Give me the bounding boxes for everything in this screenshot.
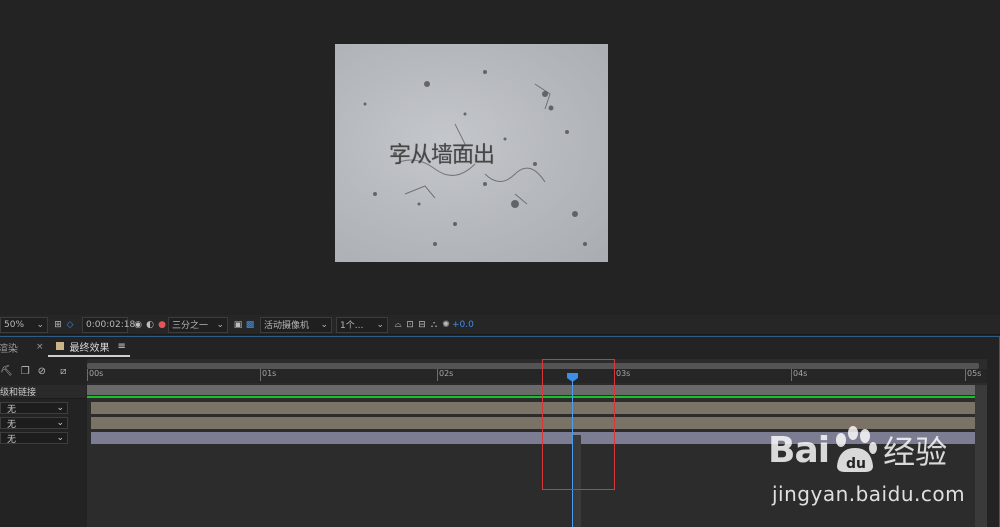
brand-suffix: 经验 [883, 433, 948, 471]
frame-blending-icon[interactable]: ❐ [21, 366, 30, 377]
composition-color-icon [55, 342, 64, 350]
svg-text:du: du [846, 456, 866, 472]
ruler-tick: 00s [87, 369, 103, 381]
color-channels-icon[interactable]: ● [156, 319, 168, 331]
watermark-url: jingyan.baidu.com [772, 482, 966, 506]
tab-final-effect[interactable]: 最终效果 ≡ [47, 337, 130, 357]
reset-exposure-icon[interactable]: ✺ [440, 319, 452, 331]
brand-text: Bai [768, 429, 830, 471]
parent-select[interactable]: 无 ⌄ [0, 402, 68, 415]
chevron-down-icon: ⌄ [216, 319, 224, 330]
tab-label: 渲染 [0, 343, 18, 355]
grid-icon[interactable]: ⊞ [52, 319, 64, 331]
parent-select[interactable]: 无 ⌄ [0, 432, 68, 445]
ruler-tick: 01s [260, 369, 276, 381]
shy-layers-icon[interactable]: ⛏ [0, 366, 13, 377]
timeline-tools: ⛏ ❐ ⊘ ⧄ [0, 363, 66, 379]
region-of-interest-icon[interactable]: ▣ [232, 319, 244, 331]
parent-column-header: 级和链接 [0, 385, 86, 399]
baidu-logo: Bai du 经验 [768, 426, 947, 474]
composition-viewer: 字从墙面出 [0, 0, 1000, 315]
viewer-toolbar: 50% ⌄ ⊞ ◇ 0:00:02:18 ◉ ◐ ● 三分之一 ⌄ ▣ ▩ 活动… [0, 315, 1000, 335]
parent-select[interactable]: 无 ⌄ [0, 417, 68, 430]
timecode-value: 0:00:02:18 [86, 319, 136, 330]
chevron-down-icon: ⌄ [56, 418, 64, 428]
exposure-value[interactable]: +0.0 [452, 317, 474, 333]
zoom-value: 50% [4, 319, 25, 330]
timecode-field[interactable]: 0:00:02:18 [82, 316, 135, 333]
parent-value: 无 [7, 434, 17, 445]
views-select[interactable]: 1个... ⌄ [336, 316, 388, 333]
watermark: Bai du 经验 jingyan.baidu.com [768, 420, 998, 520]
ruler-tick: 02s [437, 369, 453, 381]
chevron-down-icon: ⌄ [36, 319, 44, 330]
ruler-tick: 05s [965, 369, 981, 381]
chevron-down-icon: ⌄ [56, 403, 64, 413]
composition-text: 字从墙面出 [389, 143, 495, 168]
motion-blur-icon[interactable]: ⊘ [38, 366, 46, 377]
ruler-tick: 04s [791, 369, 807, 381]
fast-preview-icon[interactable]: ⊡ [404, 319, 416, 331]
timeline-tabs: 渲染 × 最终效果 ≡ [0, 337, 1000, 357]
chevron-down-icon: ⌄ [376, 319, 384, 330]
tab-label: 最终效果 [69, 342, 110, 354]
cache-indicator [87, 396, 977, 398]
highlight-box [542, 359, 615, 490]
ruler-tick: 03s [614, 369, 630, 381]
parent-value: 无 [7, 419, 17, 430]
layer-row: 无 ⌄ [0, 431, 86, 445]
parent-value: 无 [7, 404, 17, 415]
close-icon[interactable]: × [22, 337, 48, 357]
layer-panel: ⛏ ❐ ⊘ ⧄ 级和链接 无 ⌄ 无 ⌄ 无 ⌄ [0, 359, 86, 527]
chevron-down-icon: ⌄ [56, 433, 64, 443]
paw-icon: du [829, 426, 881, 474]
zoom-select[interactable]: 50% ⌄ [0, 316, 48, 333]
time-ruler[interactable]: 00s 01s 02s 03s 04s 05s [87, 369, 987, 383]
show-snapshot-icon[interactable]: ◐ [144, 319, 156, 331]
camera-value: 活动摄像机 [264, 321, 310, 331]
resolution-value: 三分之一 [172, 321, 209, 331]
layer-bar-1[interactable] [91, 402, 975, 414]
toggle-pixel-aspect-icon[interactable]: ⌓ [392, 319, 404, 331]
composition-duration-bar [87, 385, 977, 395]
timeline-icon[interactable]: ⊟ [416, 319, 428, 331]
transparency-grid-icon[interactable]: ▩ [244, 319, 256, 331]
flowchart-icon[interactable]: ⛬ [428, 319, 440, 331]
chevron-down-icon: ⌄ [320, 319, 328, 330]
composition-preview[interactable]: 字从墙面出 [335, 44, 608, 262]
camera-select[interactable]: 活动摄像机 ⌄ [260, 316, 332, 333]
camera-icon[interactable]: ◉ [132, 319, 144, 331]
resolution-select[interactable]: 三分之一 ⌄ [168, 316, 228, 333]
layer-row: 无 ⌄ [0, 416, 86, 430]
layer-row: 无 ⌄ [0, 401, 86, 415]
views-value: 1个... [340, 321, 364, 331]
graph-editor-icon[interactable]: ⧄ [60, 366, 66, 377]
tab-render[interactable]: 渲染 [0, 337, 22, 357]
mask-icon[interactable]: ◇ [64, 319, 76, 331]
hamburger-menu-icon[interactable]: ≡ [118, 341, 126, 352]
